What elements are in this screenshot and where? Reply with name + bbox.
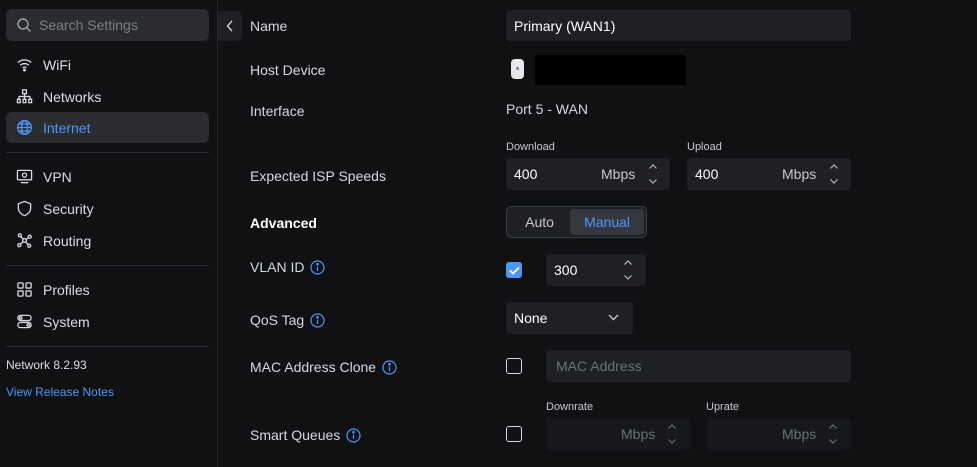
vlan-id-value: 300 — [554, 262, 578, 278]
mac-clone-label: MAC Address Clone — [250, 359, 377, 375]
downrate-input[interactable]: Mbps — [546, 418, 690, 450]
upload-input[interactable]: 400 Mbps — [687, 158, 851, 190]
sidebar-item-system[interactable]: System — [6, 306, 209, 337]
download-value: 400 — [514, 166, 538, 182]
vlan-id-checkbox[interactable] — [506, 262, 522, 278]
wifi-icon — [17, 59, 32, 72]
name-input[interactable]: Primary (WAN1) — [506, 10, 851, 41]
sidebar-item-vpn[interactable]: VPN — [6, 161, 209, 192]
name-value: Primary (WAN1) — [514, 17, 616, 34]
sidebar-item-internet[interactable]: Internet — [6, 112, 209, 143]
uprate-input[interactable]: Mbps — [707, 418, 851, 450]
qos-tag-value: None — [514, 310, 548, 326]
sidebar-item-label: Profiles — [43, 281, 90, 298]
search-input[interactable] — [39, 17, 199, 33]
uprate-unit: Mbps — [782, 426, 817, 442]
sidebar-divider — [6, 152, 209, 153]
downrate-label: Downrate — [546, 401, 594, 413]
checkmark-icon — [508, 266, 520, 275]
download-unit: Mbps — [601, 166, 636, 182]
qos-tag-select[interactable]: None — [506, 302, 633, 334]
name-label: Name — [250, 18, 288, 34]
network-version: Network 8.2.93 — [6, 358, 87, 372]
chevron-down-icon — [608, 314, 619, 321]
advanced-manual-option[interactable]: Manual — [570, 209, 644, 235]
info-icon[interactable] — [310, 259, 326, 275]
info-icon[interactable] — [310, 312, 325, 328]
upload-label: Upload — [687, 141, 722, 153]
profiles-icon — [17, 282, 32, 297]
advanced-toggle: Auto Manual — [506, 206, 647, 238]
sidebar-item-label: Networks — [43, 88, 102, 105]
vlan-id-row-label: VLAN ID — [250, 259, 326, 275]
mac-clone-checkbox[interactable] — [506, 358, 522, 374]
download-input[interactable]: 400 Mbps — [506, 158, 670, 190]
settings-sidebar: WiFi Networks Internet VPN Security Rout… — [0, 0, 218, 467]
upload-unit: Mbps — [782, 166, 817, 182]
routing-icon — [17, 233, 32, 248]
downrate-unit: Mbps — [621, 426, 656, 442]
mac-clone-row-label: MAC Address Clone — [250, 359, 397, 375]
upload-value: 400 — [695, 166, 719, 182]
networks-icon — [16, 89, 33, 104]
stepper-icon[interactable] — [623, 259, 633, 281]
shield-icon — [17, 200, 32, 217]
interface-value: Port 5 - WAN — [506, 101, 588, 117]
device-icon — [511, 59, 524, 79]
search-icon — [17, 18, 31, 32]
host-device-label: Host Device — [250, 62, 326, 78]
collapse-sidebar-button[interactable] — [218, 11, 242, 41]
stepper-icon[interactable] — [648, 163, 658, 185]
sidebar-item-label: System — [43, 313, 90, 330]
sidebar-item-security[interactable]: Security — [6, 193, 209, 224]
sidebar-item-wifi[interactable]: WiFi — [6, 49, 209, 80]
smart-queues-label: Smart Queues — [250, 427, 341, 443]
mac-address-placeholder: MAC Address — [556, 358, 642, 374]
stepper-icon[interactable] — [829, 163, 839, 185]
chevron-left-icon — [226, 20, 233, 32]
sidebar-item-profiles[interactable]: Profiles — [6, 274, 209, 305]
stepper-icon[interactable] — [667, 423, 677, 445]
smart-queues-checkbox[interactable] — [506, 426, 522, 442]
redacted-device-name — [535, 55, 686, 85]
vpn-icon — [16, 169, 33, 184]
qos-tag-label: QoS Tag — [250, 312, 305, 328]
search-box[interactable] — [6, 9, 209, 41]
sidebar-item-label: Internet — [43, 119, 91, 136]
sidebar-divider — [6, 265, 209, 266]
sidebar-item-networks[interactable]: Networks — [6, 81, 209, 112]
sidebar-divider — [6, 346, 209, 347]
advanced-label: Advanced — [250, 215, 317, 231]
sidebar-item-label: Routing — [43, 232, 92, 249]
smart-queues-row-label: Smart Queues — [250, 427, 361, 443]
info-icon[interactable] — [382, 359, 397, 375]
download-label: Download — [506, 141, 555, 153]
interface-label: Interface — [250, 103, 305, 119]
vlan-id-label: VLAN ID — [250, 259, 305, 275]
info-icon[interactable] — [346, 427, 361, 443]
qos-tag-row-label: QoS Tag — [250, 312, 325, 328]
stepper-icon[interactable] — [828, 423, 838, 445]
uprate-label: Uprate — [706, 401, 740, 413]
isp-speeds-label: Expected ISP Speeds — [250, 168, 386, 184]
vlan-id-input[interactable]: 300 — [546, 254, 646, 286]
sidebar-item-label: WiFi — [43, 56, 71, 73]
sidebar-item-label: VPN — [43, 168, 72, 185]
system-icon — [17, 314, 32, 329]
sidebar-item-routing[interactable]: Routing — [6, 225, 209, 256]
sidebar-item-label: Security — [43, 200, 94, 217]
release-notes-link[interactable]: View Release Notes — [6, 385, 114, 399]
mac-address-input[interactable]: MAC Address — [546, 350, 851, 382]
advanced-auto-option[interactable]: Auto — [509, 209, 570, 235]
globe-icon — [17, 120, 32, 135]
